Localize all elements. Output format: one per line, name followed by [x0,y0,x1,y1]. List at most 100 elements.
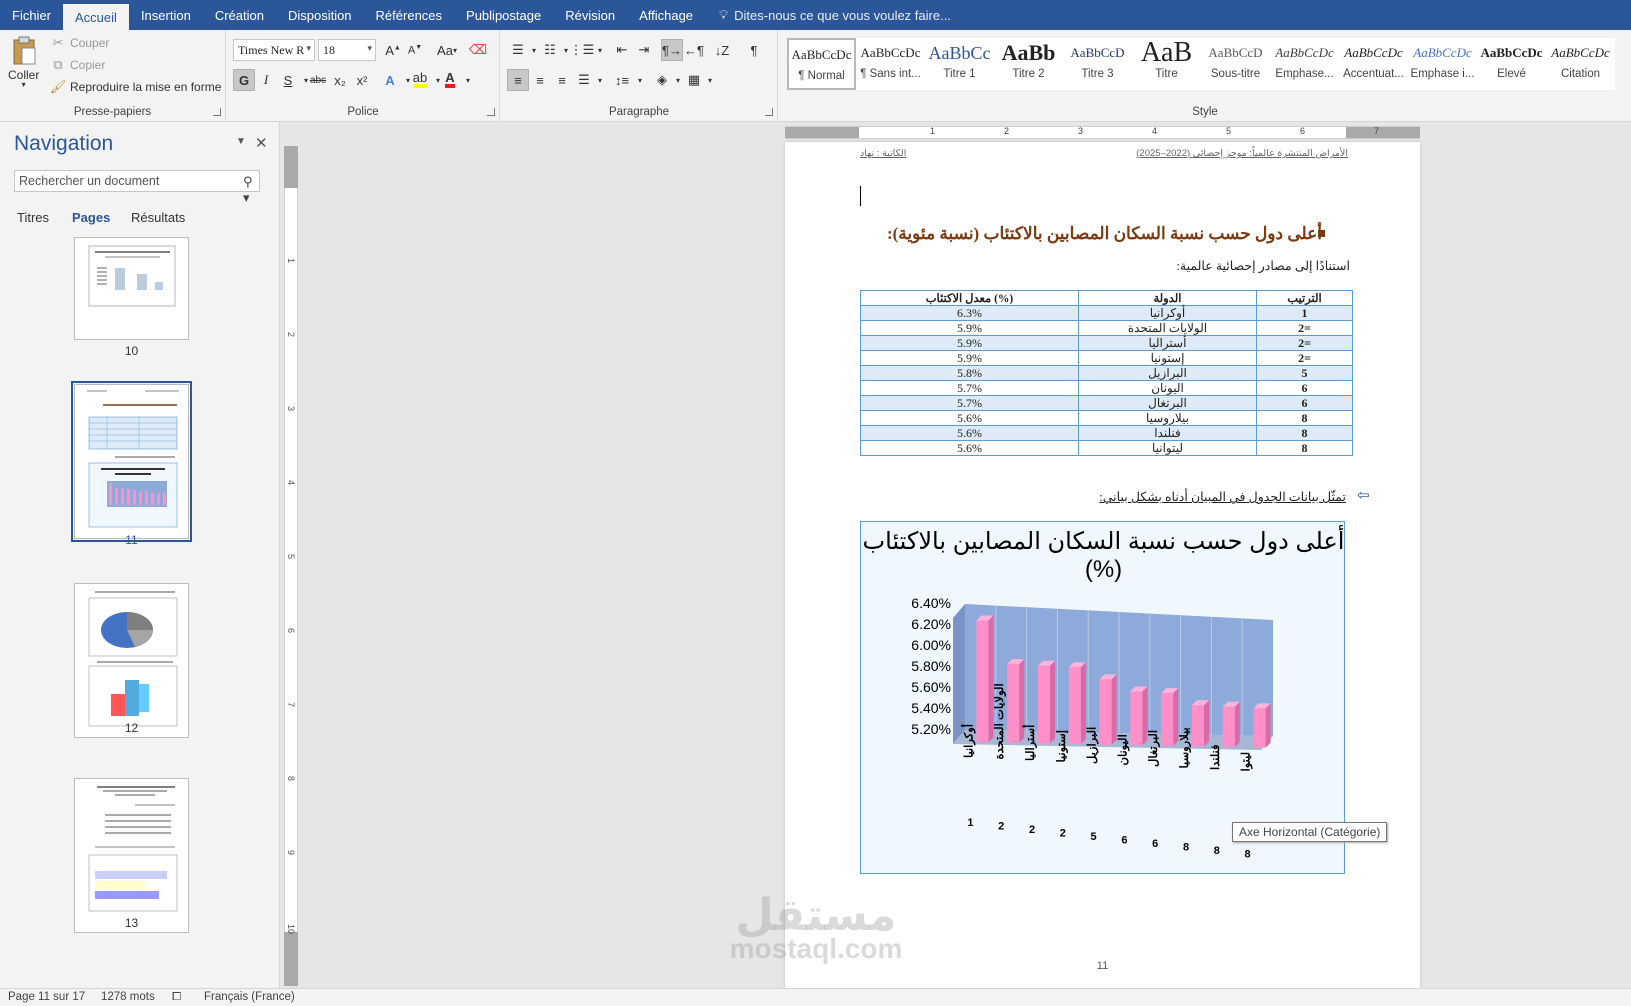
align-center-button[interactable]: ≡ [529,69,551,91]
word-count-status[interactable]: 1278 mots [101,991,155,1003]
table-row: 8 ليتوانيا 5.6% [860,440,1353,456]
y-tick-label: 5.20% [911,721,951,737]
strikethrough-button[interactable]: abc [307,69,329,91]
style-11[interactable]: AaBbCcDc Citation [1546,38,1615,90]
left-to-right-icon: ¶→ [662,42,682,58]
clear-formatting-button[interactable]: ⌫ [467,39,489,61]
tab-references[interactable]: Références [364,0,454,30]
style-2[interactable]: AaBbCc Titre 1 [925,38,994,90]
ruler-tick-label: 5 [286,554,296,560]
tab-revision[interactable]: Révision [553,0,627,30]
sort-button[interactable]: ↓Z [711,39,733,61]
header-right: الأمراض المنتشرة عالمياً: موجز إحصائي (2… [1136,148,1348,159]
y-tick-label: 6.40% [911,595,951,611]
borders-dropdown-icon[interactable]: ▾ [699,69,721,91]
multilevel-dropdown-icon[interactable]: ▾ [589,39,611,61]
clipboard-launcher-icon[interactable] [213,108,221,116]
paste-button[interactable]: Coller ▾ [8,36,39,89]
strikethrough-label: abc [309,74,327,86]
subscript-button[interactable]: x₂ [329,69,351,91]
tab-publipostage[interactable]: Publipostage [454,0,553,30]
copy-button[interactable]: ⧉ Copier [50,57,105,73]
bold-button[interactable]: G [233,69,255,91]
proofing-icon[interactable]: ⧠ [172,991,181,1004]
horizontal-ruler[interactable]: 1 2 3 4 5 6 7 [785,126,1420,139]
tab-disposition[interactable]: Disposition [276,0,364,30]
rtl-button[interactable]: ←¶ [683,39,705,61]
justify-dropdown-icon[interactable]: ▾ [589,69,611,91]
style-3[interactable]: AaBb Titre 2 [994,38,1063,90]
search-input[interactable]: Rechercher un document ⚲ ▾ [14,170,260,205]
shrink-font-button[interactable]: A▼ [404,39,426,61]
style-0[interactable]: AaBbCcDc ¶ Normal [787,38,856,90]
ruler-tick-label: 3 [286,406,296,412]
search-icon[interactable]: ⚲ ▾ [243,174,259,206]
page-thumbnail-13[interactable] [74,778,189,933]
ltr-button[interactable]: ¶→ [661,39,683,61]
country-cell: بيلاروسيا [1078,410,1257,426]
tab-titres[interactable]: Titres [17,210,49,225]
font-name-combo[interactable]: Times New R ▾ [233,39,315,61]
status-bar: Page 11 sur 17 1278 mots ⧠ Français (Fra… [0,988,1631,1006]
tab-resultats[interactable]: Résultats [131,210,185,225]
close-icon[interactable]: ✕ [255,134,268,152]
grow-font-icon: A▲ [385,42,401,58]
format-painter-button[interactable]: 🖌︎ Reproduire la mise en forme [50,79,222,95]
style-8[interactable]: AaBbCcDc Accentuat... [1339,38,1408,90]
page-thumbnail-10[interactable] [74,237,189,340]
style-1[interactable]: AaBbCcDc ¶ Sans int... [856,38,925,90]
tab-fichier[interactable]: Fichier [0,0,63,30]
document-page[interactable]: الأمراض المنتشرة عالمياً: موجز إحصائي (2… [785,142,1420,988]
paragraph-launcher-icon[interactable] [765,108,773,116]
tab-accueil[interactable]: Accueil [63,4,129,30]
show-marks-button[interactable]: ¶ [743,39,765,61]
page-thumbnail-11[interactable] [71,381,192,542]
rank-cell: 6 [1256,395,1353,411]
style-name: Emphase i... [1410,68,1475,80]
tab-pages[interactable]: Pages [72,210,110,225]
x-category-label: أستراليا [1022,725,1038,761]
increase-indent-button[interactable]: ⇥ [633,39,655,61]
line-spacing-dropdown-icon[interactable]: ▾ [629,69,651,91]
style-preview: AaBbCcDc [1413,45,1472,60]
tab-insertion[interactable]: Insertion [129,0,203,30]
depression-table[interactable]: الترتيب الدولة (%) معدل الاكتئاب 1 أوكران… [860,290,1353,456]
pane-options-icon[interactable]: ▼ [236,136,246,147]
watermark-logo: مستقل mostaql.com [716,890,916,965]
font-launcher-icon[interactable] [487,108,495,116]
italic-button[interactable]: I [255,69,277,91]
style-name: Élevé [1497,68,1526,80]
country-cell: ليتوانيا [1078,440,1257,456]
page-count-status[interactable]: Page 11 sur 17 [8,991,85,1003]
change-case-button[interactable]: Aa ▾ [432,39,462,61]
style-9[interactable]: AaBbCcDc Emphase i... [1408,38,1477,90]
align-left-button[interactable]: ≡ [507,69,529,91]
tab-affichage[interactable]: Affichage [627,0,705,30]
decrease-indent-button[interactable]: ⇤ [611,39,633,61]
grow-font-button[interactable]: A▲ [382,39,404,61]
superscript-button[interactable]: x² [351,69,373,91]
bold-label: G [238,72,250,88]
style-6[interactable]: AaBbCcD Sous-titre [1201,38,1270,90]
vertical-ruler[interactable]: 1 2 3 4 5 6 7 8 9 10 [284,122,298,988]
ruler-tick-label: 2 [286,332,296,338]
font-color-dropdown-icon[interactable]: ▾ [457,69,479,91]
rank-cell: 6 [1256,380,1353,396]
tell-me-box[interactable]: 💡︎ Dites-nous ce que vous voulez faire..… [705,0,951,30]
style-4[interactable]: AaBbCcD Titre 3 [1063,38,1132,90]
align-right-button[interactable]: ≡ [551,69,573,91]
font-size-combo[interactable]: 18 ▾ [318,39,376,61]
language-status[interactable]: Français (France) [204,991,295,1003]
tab-creation[interactable]: Création [203,0,276,30]
style-10[interactable]: AaBbCcDc Élevé [1477,38,1546,90]
table-row: 6 اليونان 5.7% [860,380,1353,396]
align-right-icon: ≡ [558,72,566,88]
page-thumbnail-12[interactable] [74,583,189,738]
x-category-label: ليتوا [1240,752,1254,772]
style-5[interactable]: AaB Titre [1132,38,1201,90]
page-number-10: 10 [124,344,139,358]
paste-dropdown-icon[interactable]: ▾ [22,80,26,89]
style-7[interactable]: AaBbCcDc Emphase... [1270,38,1339,90]
bar [1007,664,1020,743]
cut-button[interactable]: ✂ Couper [50,35,110,51]
